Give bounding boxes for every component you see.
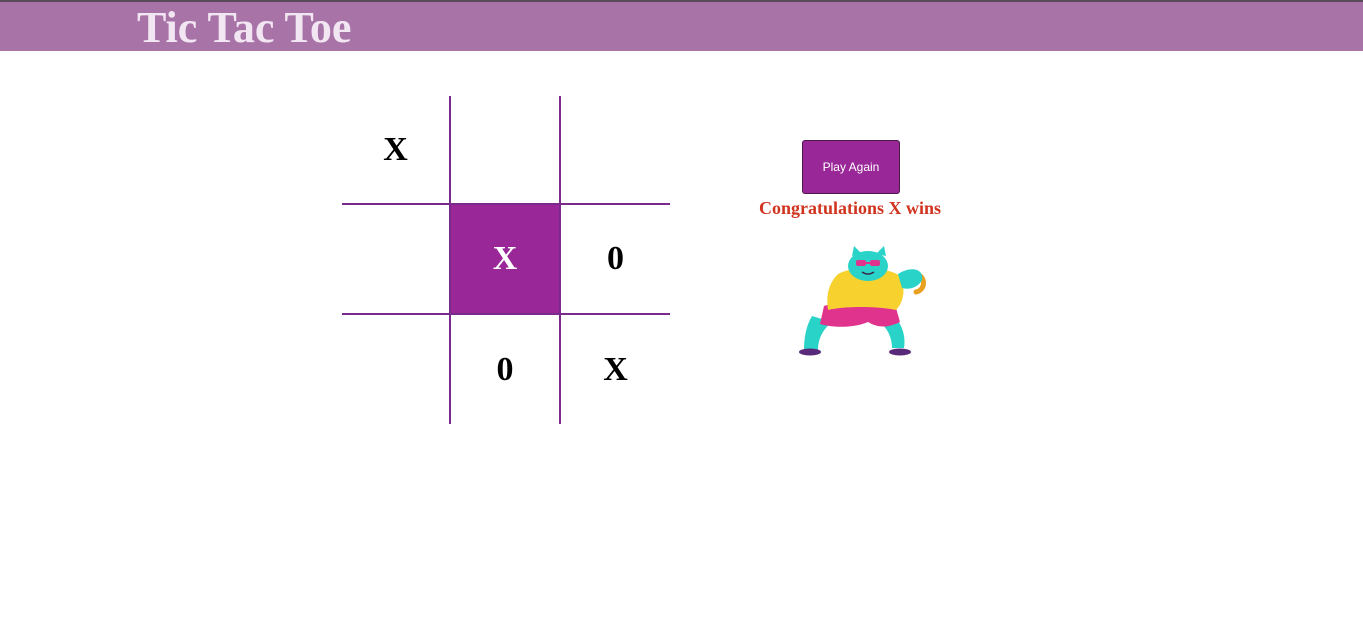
game-board: X X 0 0 X [342, 96, 670, 424]
board-cell-4[interactable]: X [451, 205, 561, 315]
board-cell-8[interactable]: X [561, 315, 670, 424]
board-cell-1[interactable] [451, 96, 561, 205]
board-cell-2[interactable] [561, 96, 670, 205]
app-title: Tic Tac Toe [137, 3, 352, 52]
board-cell-6[interactable] [342, 315, 451, 424]
board-cell-7[interactable]: 0 [451, 315, 561, 424]
play-again-button[interactable]: Play Again [802, 140, 900, 194]
dancing-cat-illustration-icon [799, 246, 926, 356]
board-cell-3[interactable] [342, 205, 451, 315]
board-cell-0[interactable]: X [342, 96, 451, 205]
win-message: Congratulations X wins [758, 198, 942, 218]
header-bar: Tic Tac Toe [0, 0, 1363, 52]
board-cell-5[interactable]: 0 [561, 205, 670, 315]
